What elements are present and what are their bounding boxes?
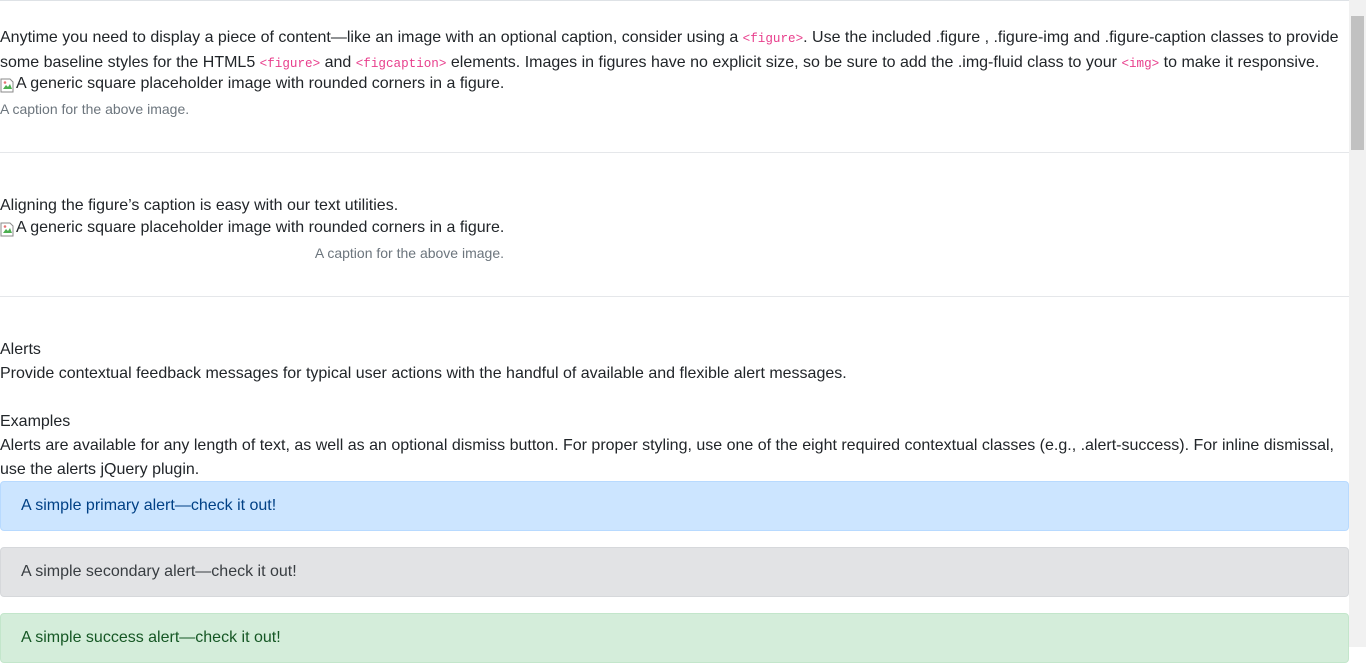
code-img: <img> xyxy=(1121,57,1160,71)
intro-text: to make it responsive. xyxy=(1159,54,1320,71)
scrollbar-thumb[interactable] xyxy=(1351,16,1364,150)
aligned-caption-text: Aligning the figure’s caption is easy wi… xyxy=(0,197,399,214)
code-figure: <figure> xyxy=(259,57,321,71)
alert-success: A simple success alert—check it out! xyxy=(0,613,1349,663)
broken-image-icon xyxy=(0,222,14,236)
alert-text: A simple secondary alert—check it out! xyxy=(21,563,297,580)
alert-text: A simple success alert—check it out! xyxy=(21,629,281,646)
aligned-figure-caption: A caption for the above image. xyxy=(314,245,504,261)
page-content: Anytime you need to display a piece of c… xyxy=(0,0,1349,663)
alerts-heading: Alerts xyxy=(0,341,41,358)
alert-text: A simple primary alert—check it out! xyxy=(21,497,277,514)
code-figure: <figure> xyxy=(742,32,804,46)
section-divider xyxy=(0,152,1349,153)
alert-secondary: A simple secondary alert—check it out! xyxy=(0,547,1349,597)
examples-description: Alerts are available for any length of t… xyxy=(0,437,1334,478)
code-figcaption: <figcaption> xyxy=(355,57,447,71)
alert-primary: A simple primary alert—check it out! xyxy=(0,481,1349,531)
figure-caption: A caption for the above image. xyxy=(0,101,190,117)
examples-heading: Examples xyxy=(0,413,71,430)
intro-text: and xyxy=(320,54,356,71)
aligned-figure-image: A generic square placeholder image with … xyxy=(0,216,504,244)
section-divider xyxy=(0,296,1349,297)
figure-image-alt-text: A generic square placeholder image with … xyxy=(16,75,505,92)
aligned-figure-image-alt-text: A generic square placeholder image with … xyxy=(16,219,505,236)
figure-image: A generic square placeholder image with … xyxy=(0,72,504,100)
figure-intro-paragraph: Anytime you need to display a piece of c… xyxy=(0,26,1349,76)
alerts-description: Provide contextual feedback messages for… xyxy=(0,365,847,382)
broken-image-icon xyxy=(0,78,14,92)
intro-text: elements. Images in figures have no expl… xyxy=(446,54,1122,71)
intro-text: Anytime you need to display a piece of c… xyxy=(0,29,743,46)
vertical-scrollbar[interactable] xyxy=(1349,0,1366,647)
